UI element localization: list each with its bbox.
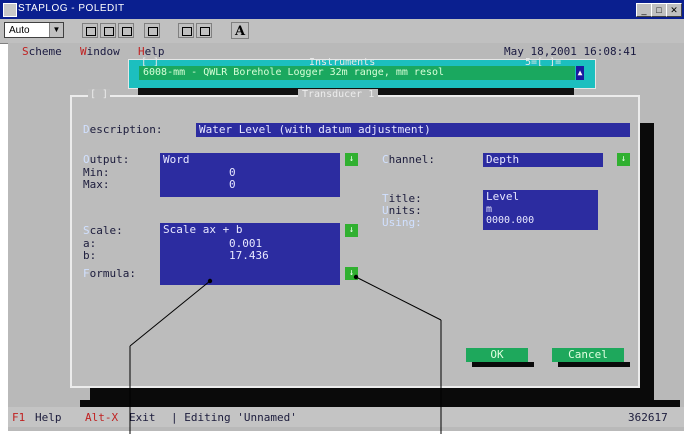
dos-screen: Scheme Window Help May 18,2001 16:08:41 … (8, 43, 684, 431)
fullscreen-icon (148, 27, 158, 36)
menu-window[interactable]: Window (80, 45, 120, 58)
title-units-block[interactable]: Level m 0000.000 (483, 190, 598, 230)
copy-icon (104, 27, 114, 36)
description-field[interactable]: Water Level (with datum adjustment) (196, 123, 630, 137)
b-value[interactable]: 17.436 (229, 249, 269, 262)
title-bar: STAPLOG - POLEDIT _ □ ✕ (0, 0, 684, 19)
max-value[interactable]: 0 (229, 178, 236, 191)
fullscreen-button[interactable] (144, 23, 160, 38)
background-icon (200, 27, 210, 36)
formula-dropdown-icon[interactable]: ↓ (345, 267, 358, 280)
editing-status: | Editing 'Unnamed' (171, 411, 297, 424)
shadow (558, 362, 630, 367)
formula-label: Formula: (83, 267, 136, 280)
output-field[interactable]: Word (160, 153, 340, 197)
shadow (472, 362, 534, 367)
b-label: b: (83, 249, 97, 262)
memory-readout: 362617 (628, 411, 668, 424)
paste-button[interactable] (118, 23, 134, 38)
status-bar: F1 Help Alt-X Exit | Editing 'Unnamed' 3… (8, 407, 684, 427)
dialog-title: Transducer 1 (298, 89, 379, 100)
instrument-list-item[interactable]: 6008-mm - QWLR Borehole Logger 32m range… (139, 66, 575, 80)
properties-icon (182, 27, 192, 36)
using-label: Using: (382, 216, 422, 229)
mark-icon (86, 27, 96, 36)
mark-button[interactable] (82, 23, 98, 38)
instruments-window: [ ] Instruments 5=[ ]= 6008-mm - QWLR Bo… (128, 57, 596, 89)
chevron-down-icon[interactable]: ▼ (49, 23, 63, 37)
app-icon (3, 3, 17, 17)
exit-label[interactable]: Exit (129, 411, 156, 424)
alt-x-key[interactable]: Alt-X (85, 411, 118, 424)
channel-field[interactable]: Depth (483, 153, 603, 167)
output-label: Output: (83, 153, 130, 166)
toolbar: Auto ▼ A (0, 19, 684, 44)
channel-dropdown-icon[interactable]: ↓ (617, 153, 630, 166)
scale-value: Scale ax + b (163, 223, 243, 236)
shadow (640, 123, 654, 398)
properties-button[interactable] (178, 23, 194, 38)
ok-button[interactable]: OK (466, 348, 528, 362)
close-button[interactable]: ✕ (666, 3, 682, 17)
max-label: Max: (83, 178, 110, 191)
font-size-select[interactable]: Auto ▼ (4, 22, 64, 38)
title-value: Level (486, 190, 520, 203)
output-value: Word (163, 153, 190, 166)
scrollbar[interactable]: ▲ (576, 66, 584, 80)
description-label: Description: (83, 123, 163, 136)
copy-button[interactable] (100, 23, 116, 38)
font-button[interactable]: A (231, 22, 249, 39)
help-label[interactable]: Help (35, 411, 62, 424)
channel-label: Channel: (382, 153, 435, 166)
window-title: STAPLOG - POLEDIT (18, 3, 125, 14)
scale-dropdown-icon[interactable]: ↓ (345, 224, 358, 237)
paste-icon (122, 27, 132, 36)
transducer-dialog: [ ] Transducer 1 Description: Water Leve… (70, 89, 640, 388)
minimize-button[interactable]: _ (636, 3, 652, 17)
dialog-close-box[interactable]: [ ] (88, 89, 111, 100)
scale-label: Scale: (83, 224, 123, 237)
f1-key[interactable]: F1 (12, 411, 25, 424)
maximize-button[interactable]: □ (651, 3, 667, 17)
background-button[interactable] (196, 23, 212, 38)
menu-scheme[interactable]: Scheme (22, 45, 62, 58)
cancel-button[interactable]: Cancel (552, 348, 624, 362)
font-size-value: Auto (9, 25, 30, 36)
clock: May 18,2001 16:08:41 (504, 45, 637, 58)
using-value: 0000.000 (486, 215, 535, 226)
units-value: m (486, 204, 493, 215)
output-dropdown-icon[interactable]: ↓ (345, 153, 358, 166)
